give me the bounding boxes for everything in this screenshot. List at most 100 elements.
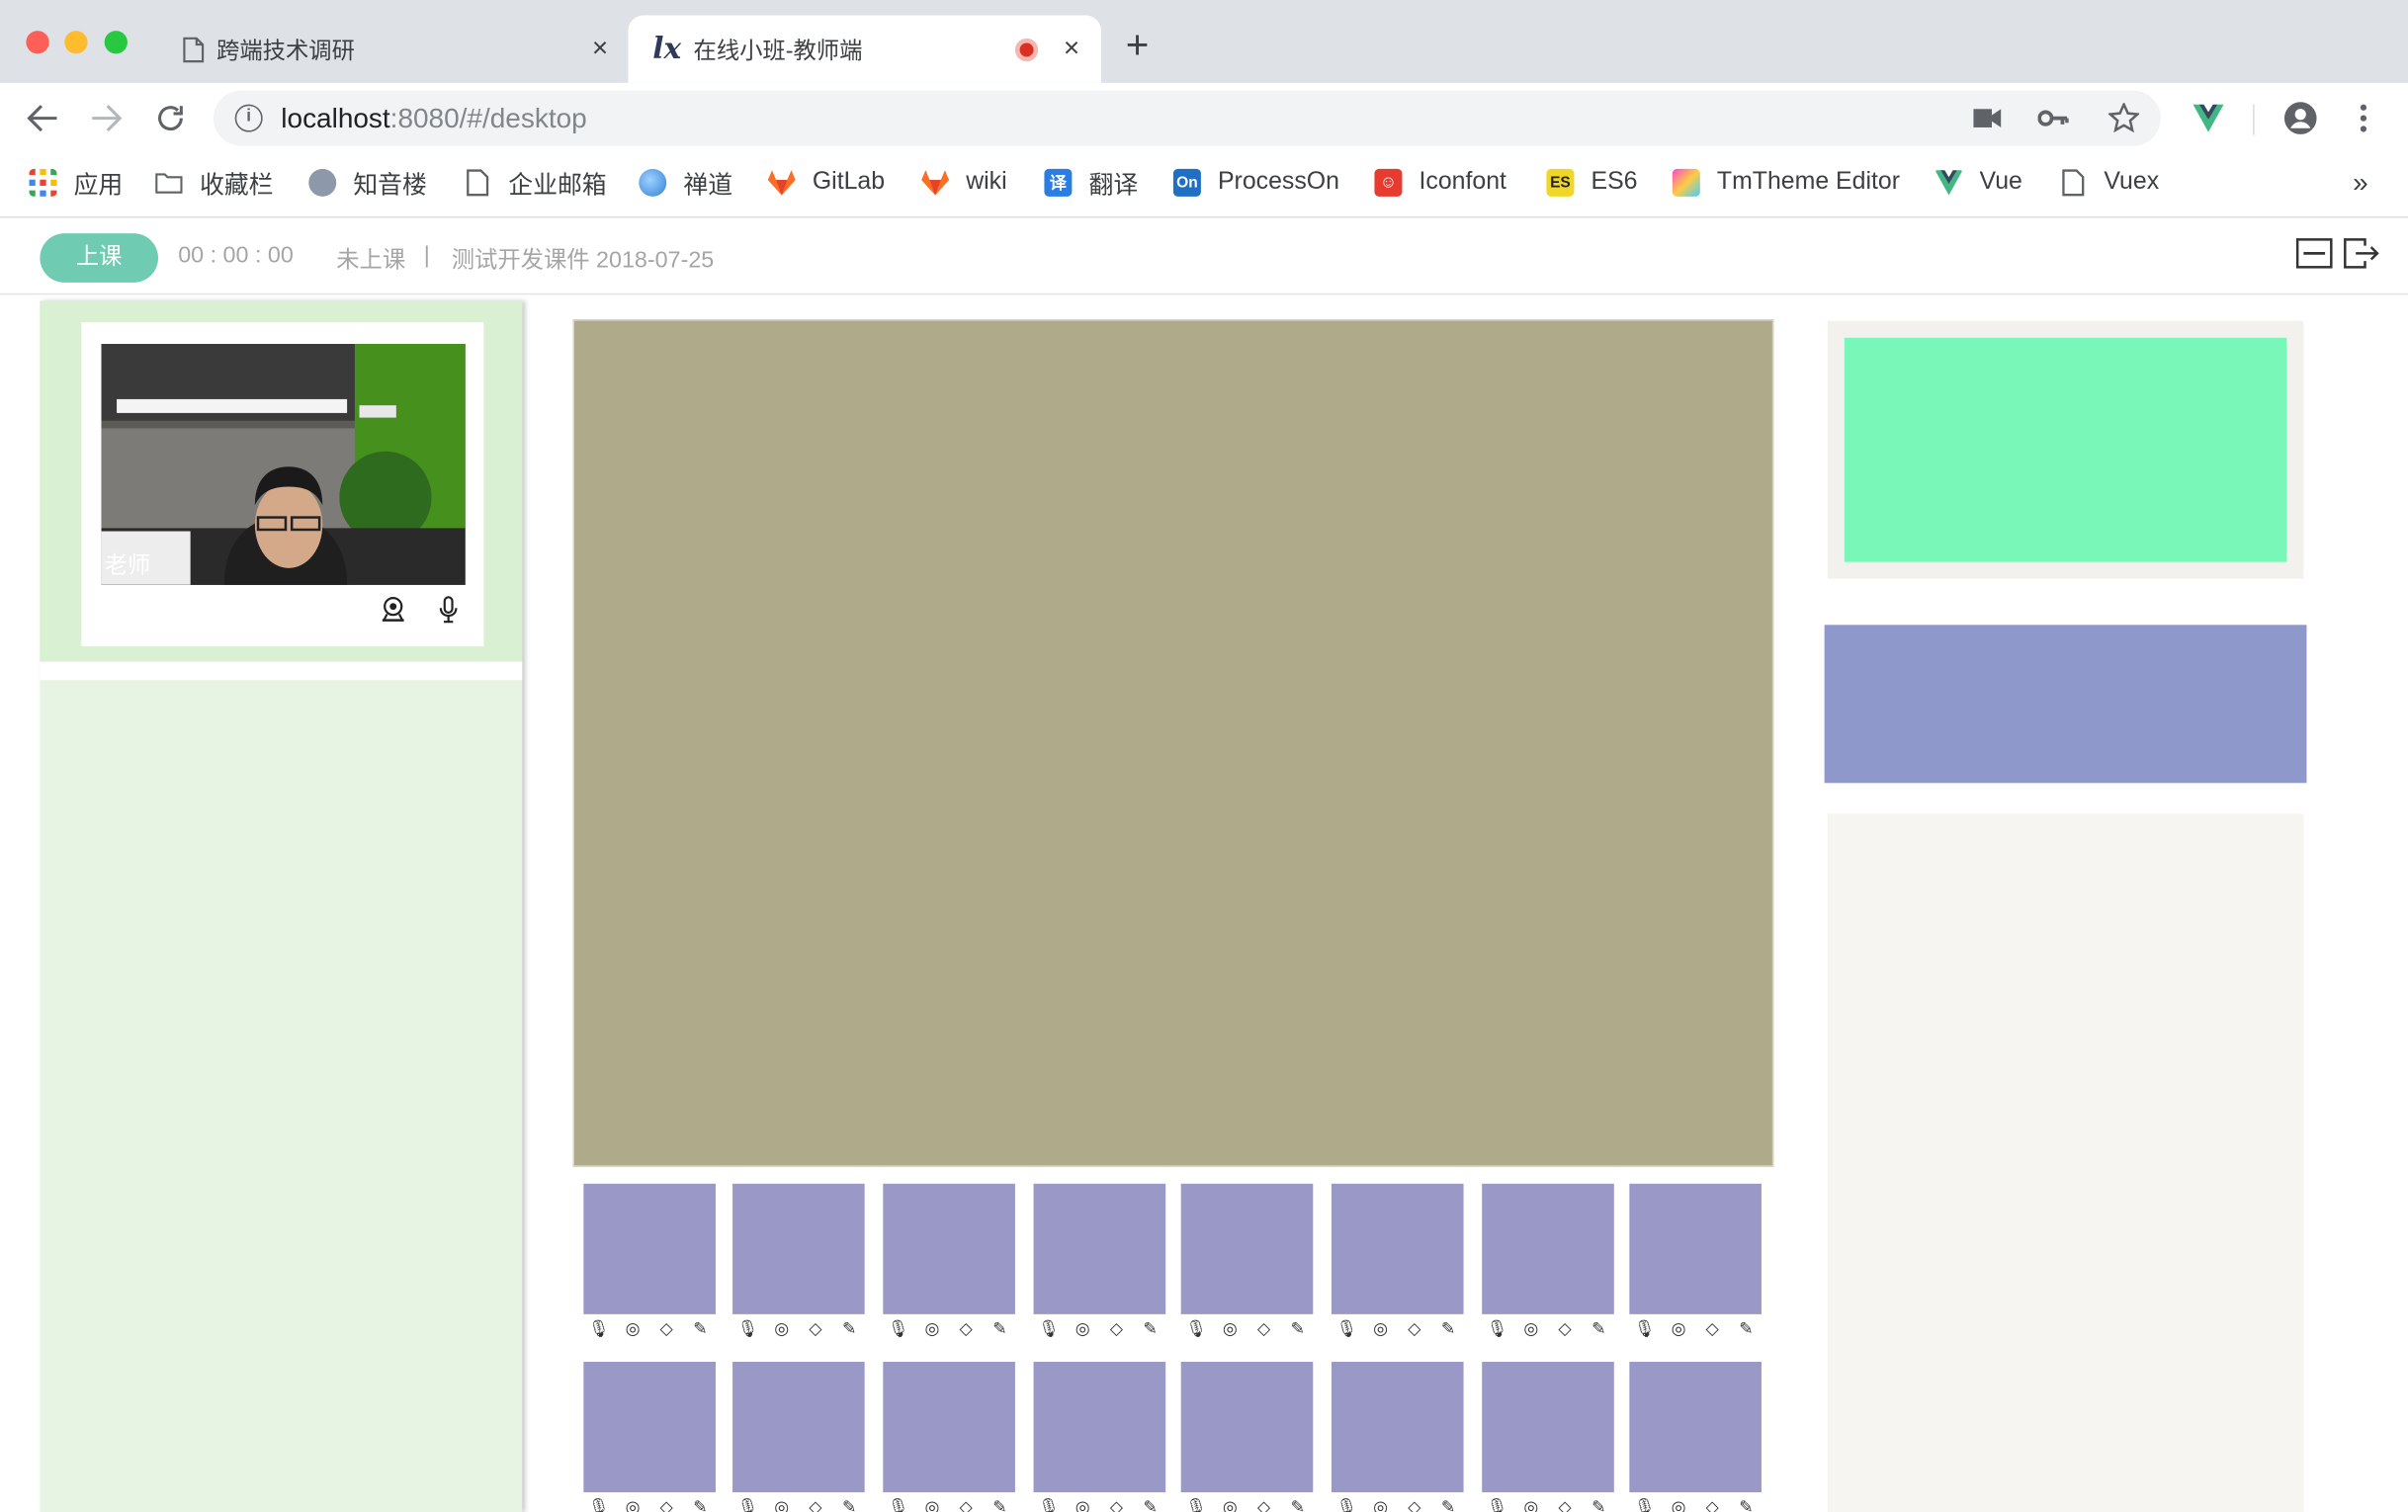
- bookmark-vue[interactable]: Vue: [1935, 166, 2022, 200]
- back-icon[interactable]: [26, 103, 59, 133]
- star-icon[interactable]: [2108, 103, 2140, 133]
- brush-icon[interactable]: ✎: [838, 1319, 860, 1339]
- window-close-button[interactable]: [26, 31, 49, 54]
- mic-off-icon[interactable]: 🎙: [1336, 1319, 1358, 1339]
- reward-icon[interactable]: ◇: [805, 1319, 826, 1339]
- camera-icon[interactable]: ◎: [622, 1319, 644, 1339]
- tab-close-icon[interactable]: ×: [592, 33, 608, 65]
- window-zoom-button[interactable]: [104, 31, 128, 54]
- address-bar[interactable]: i localhost:8080/#/desktop: [213, 90, 2161, 146]
- mic-off-icon[interactable]: 🎙: [588, 1319, 610, 1339]
- student-video-tile[interactable]: [1180, 1183, 1314, 1314]
- brush-icon[interactable]: ✎: [690, 1319, 712, 1339]
- bookmark-zhiyinlou[interactable]: 知音楼: [308, 166, 427, 200]
- start-class-button[interactable]: 上课: [40, 233, 159, 283]
- whiteboard-area[interactable]: [572, 319, 1774, 1167]
- camera-icon[interactable]: ◎: [622, 1497, 644, 1512]
- reward-icon[interactable]: ◇: [1253, 1319, 1275, 1339]
- reward-icon[interactable]: ◇: [805, 1497, 826, 1512]
- microphone-icon[interactable]: [435, 596, 463, 624]
- camera-icon[interactable]: ◎: [1370, 1497, 1392, 1512]
- brush-icon[interactable]: ✎: [1140, 1319, 1161, 1339]
- student-video-tile[interactable]: [1482, 1183, 1614, 1314]
- student-video-tile[interactable]: [1033, 1362, 1166, 1493]
- student-video-tile[interactable]: [583, 1183, 716, 1314]
- mic-off-icon[interactable]: 🎙: [1487, 1319, 1508, 1339]
- student-video-tile[interactable]: [1033, 1183, 1166, 1314]
- reward-icon[interactable]: ◇: [1701, 1319, 1723, 1339]
- camera-icon[interactable]: ◎: [1072, 1319, 1093, 1339]
- mic-off-icon[interactable]: 🎙: [1185, 1497, 1207, 1512]
- reward-icon[interactable]: ◇: [1404, 1319, 1425, 1339]
- brush-icon[interactable]: ✎: [989, 1497, 1010, 1512]
- bookmark-zentao[interactable]: 禅道: [639, 166, 732, 200]
- mic-off-icon[interactable]: 🎙: [1634, 1319, 1656, 1339]
- mic-off-icon[interactable]: 🎙: [737, 1497, 759, 1512]
- camera-icon[interactable]: [1973, 108, 2002, 129]
- bookmark-gitlab[interactable]: GitLab: [767, 166, 885, 200]
- camera-icon[interactable]: ◎: [771, 1319, 793, 1339]
- brush-icon[interactable]: ✎: [690, 1497, 712, 1512]
- student-video-tile[interactable]: [883, 1362, 1015, 1493]
- student-video-tile[interactable]: [732, 1183, 865, 1314]
- key-icon[interactable]: [2037, 109, 2069, 127]
- camera-icon[interactable]: ◎: [771, 1497, 793, 1512]
- camera-toggle-icon[interactable]: [380, 596, 407, 624]
- brush-icon[interactable]: ✎: [838, 1497, 860, 1512]
- reward-icon[interactable]: ◇: [1253, 1497, 1275, 1512]
- mic-off-icon[interactable]: 🎙: [1185, 1319, 1207, 1339]
- student-video-tile[interactable]: [583, 1362, 716, 1493]
- tab-research[interactable]: 跨端技术调研 ×: [169, 16, 624, 83]
- brush-icon[interactable]: ✎: [1736, 1319, 1758, 1339]
- forward-icon[interactable]: [89, 103, 123, 133]
- student-video-tile[interactable]: [1482, 1362, 1614, 1493]
- site-info-icon[interactable]: i: [234, 104, 263, 132]
- minimize-window-icon[interactable]: [2295, 238, 2333, 269]
- camera-icon[interactable]: ◎: [921, 1497, 943, 1512]
- brush-icon[interactable]: ✎: [1437, 1497, 1459, 1512]
- menu-icon[interactable]: [2359, 103, 2367, 133]
- bookmark-mail[interactable]: 企业邮箱: [464, 166, 607, 200]
- bookmark-wiki[interactable]: wiki: [921, 166, 1007, 200]
- camera-icon[interactable]: ◎: [1220, 1497, 1242, 1512]
- mic-off-icon[interactable]: 🎙: [1634, 1497, 1656, 1512]
- brush-icon[interactable]: ✎: [1437, 1319, 1459, 1339]
- brush-icon[interactable]: ✎: [1736, 1497, 1758, 1512]
- tab-close-icon[interactable]: ×: [1064, 33, 1079, 65]
- profile-icon[interactable]: [2283, 102, 2317, 135]
- reward-icon[interactable]: ◇: [655, 1497, 677, 1512]
- reward-icon[interactable]: ◇: [955, 1497, 977, 1512]
- bookmark-apps[interactable]: 应用: [29, 166, 123, 200]
- student-video-tile[interactable]: [1629, 1183, 1762, 1314]
- reward-icon[interactable]: ◇: [1554, 1319, 1576, 1339]
- student-video-tile[interactable]: [883, 1183, 1015, 1314]
- mic-off-icon[interactable]: 🎙: [1038, 1319, 1060, 1339]
- brush-icon[interactable]: ✎: [1588, 1319, 1609, 1339]
- reward-icon[interactable]: ◇: [1404, 1497, 1425, 1512]
- mic-off-icon[interactable]: 🎙: [1038, 1497, 1060, 1512]
- camera-icon[interactable]: ◎: [1520, 1497, 1542, 1512]
- mic-off-icon[interactable]: 🎙: [737, 1319, 759, 1339]
- brush-icon[interactable]: ✎: [1287, 1319, 1309, 1339]
- bookmark-processon[interactable]: On ProcessOn: [1172, 166, 1339, 200]
- student-video-tile[interactable]: [1180, 1362, 1314, 1493]
- student-video-tile[interactable]: [1331, 1362, 1464, 1493]
- camera-icon[interactable]: ◎: [1520, 1319, 1542, 1339]
- brush-icon[interactable]: ✎: [1287, 1497, 1309, 1512]
- new-tab-button[interactable]: +: [1126, 25, 1150, 64]
- camera-icon[interactable]: ◎: [1668, 1497, 1689, 1512]
- mic-off-icon[interactable]: 🎙: [1487, 1497, 1508, 1512]
- student-video-tile[interactable]: [1331, 1183, 1464, 1314]
- bookmark-vuex[interactable]: Vuex: [2059, 166, 2159, 200]
- camera-icon[interactable]: ◎: [1072, 1497, 1093, 1512]
- brush-icon[interactable]: ✎: [1140, 1497, 1161, 1512]
- reward-icon[interactable]: ◇: [955, 1319, 977, 1339]
- mic-off-icon[interactable]: 🎙: [588, 1497, 610, 1512]
- reload-icon[interactable]: [153, 102, 187, 135]
- student-video-tile[interactable]: [1629, 1362, 1762, 1493]
- student-video-tile[interactable]: [732, 1362, 865, 1493]
- reward-icon[interactable]: ◇: [1554, 1497, 1576, 1512]
- tab-teacher[interactable]: lx 在线小班-教师端 ×: [628, 15, 1101, 83]
- camera-icon[interactable]: ◎: [1370, 1319, 1392, 1339]
- bookmark-iconfont[interactable]: ☺ Iconfont: [1374, 166, 1506, 200]
